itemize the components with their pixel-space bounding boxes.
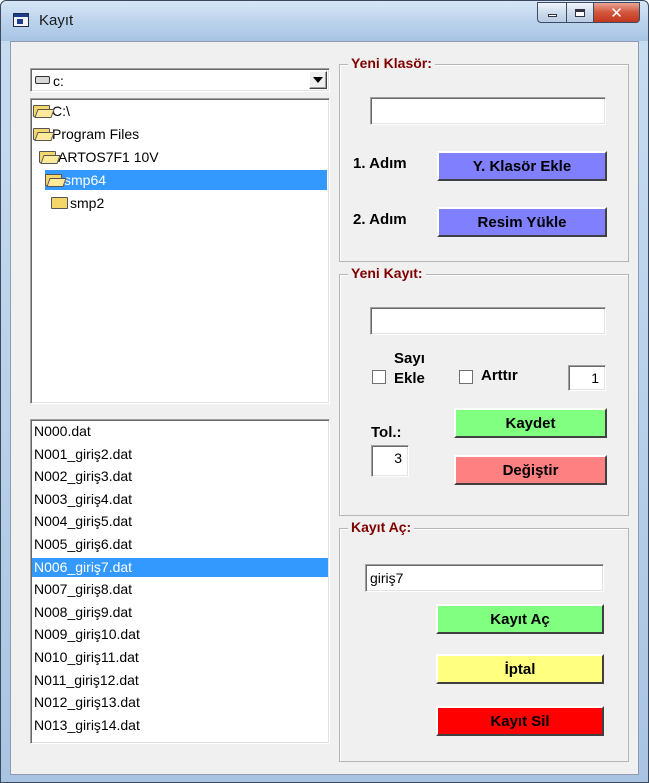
file-list-item[interactable]: N000.dat bbox=[32, 422, 328, 441]
step2-label: 2. Adım bbox=[353, 211, 407, 228]
change-button[interactable]: Değiştir bbox=[454, 455, 607, 485]
client-area: c: C:\ Program Files ARTOS7F1 10V smp64 smp2… bbox=[10, 41, 639, 775]
directory-item-label: Program Files bbox=[52, 126, 140, 142]
open-record-name-input[interactable]: giriş7 bbox=[365, 564, 604, 592]
delete-record-button[interactable]: Kayıt Sil bbox=[436, 706, 604, 736]
file-list-item[interactable]: N004_giriş5.dat bbox=[32, 512, 328, 531]
file-list-item[interactable]: N008_giriş9.dat bbox=[32, 603, 328, 622]
window-title: Kayıt bbox=[39, 12, 74, 29]
new-folder-name-input[interactable] bbox=[370, 97, 606, 125]
maximize-button[interactable] bbox=[566, 2, 593, 23]
directory-item[interactable]: smp2 bbox=[51, 193, 104, 213]
drive-select[interactable]: c: bbox=[30, 68, 330, 92]
new-record-group-title: Yeni Kayıt: bbox=[348, 265, 426, 281]
close-icon: ✕ bbox=[610, 4, 623, 22]
minimize-button[interactable] bbox=[537, 2, 566, 23]
increment-checkbox[interactable] bbox=[459, 370, 473, 384]
tolerance-input[interactable]: 3 bbox=[371, 445, 409, 477]
title-bar[interactable]: Kayıt ✕ bbox=[1, 1, 648, 41]
directory-list[interactable]: C:\ Program Files ARTOS7F1 10V smp64 smp2 bbox=[30, 98, 330, 404]
file-list-item[interactable]: N009_giriş10.dat bbox=[32, 625, 328, 644]
folder-icon bbox=[39, 151, 56, 163]
cancel-button[interactable]: İptal bbox=[436, 654, 604, 684]
maximize-icon bbox=[575, 8, 585, 17]
app-window: Kayıt ✕ c: C:\ Program Files ARTOS7F1 10V s… bbox=[0, 0, 649, 783]
file-list-item[interactable]: N006_giriş7.dat bbox=[32, 557, 328, 577]
folder-icon bbox=[33, 105, 50, 117]
directory-item-label: smp2 bbox=[70, 195, 105, 211]
file-list-item[interactable]: N010_giriş11.dat bbox=[32, 648, 328, 667]
open-record-group: Kayıt Aç: giriş7 Kayıt Aç İptal Kayıt Si… bbox=[339, 519, 629, 762]
new-record-name-input[interactable] bbox=[370, 307, 606, 335]
file-list[interactable]: N000.dat N001_giriş2.dat N002_giriş3.dat N0… bbox=[30, 419, 330, 744]
open-record-button[interactable]: Kayıt Aç bbox=[436, 604, 604, 634]
folder-icon bbox=[51, 197, 68, 209]
file-list-item[interactable]: N012_giriş13.dat bbox=[32, 693, 328, 712]
directory-item[interactable]: Program Files bbox=[33, 124, 139, 144]
step1-label: 1. Adım bbox=[353, 155, 407, 172]
save-button[interactable]: Kaydet bbox=[454, 408, 607, 438]
file-list-item[interactable]: N003_giriş4.dat bbox=[32, 490, 328, 509]
folder-icon bbox=[33, 128, 50, 140]
add-number-label-line1: Sayı bbox=[394, 350, 425, 367]
drive-icon bbox=[35, 76, 50, 84]
chevron-down-icon bbox=[313, 77, 323, 83]
file-list-item[interactable]: N002_giriş3.dat bbox=[32, 467, 328, 486]
directory-item[interactable]: smp64 bbox=[45, 170, 327, 190]
caption-buttons: ✕ bbox=[537, 2, 640, 24]
add-number-checkbox[interactable] bbox=[372, 370, 386, 384]
open-record-group-title: Kayıt Aç: bbox=[348, 519, 415, 535]
folder-icon bbox=[45, 174, 62, 186]
file-list-item[interactable]: N001_giriş2.dat bbox=[32, 445, 328, 464]
new-folder-group: Yeni Klasör: 1. Adım Y. Klasör Ekle 2. A… bbox=[339, 55, 629, 262]
close-button[interactable]: ✕ bbox=[593, 2, 640, 23]
new-folder-group-title: Yeni Klasör: bbox=[348, 55, 435, 71]
add-folder-button[interactable]: Y. Klasör Ekle bbox=[437, 151, 607, 181]
increment-value-input[interactable]: 1 bbox=[568, 365, 606, 391]
drive-dropdown-button[interactable] bbox=[309, 71, 327, 89]
tolerance-label: Tol.: bbox=[371, 424, 402, 441]
add-number-label: Sayı Ekle bbox=[394, 349, 425, 389]
directory-item[interactable]: ARTOS7F1 10V bbox=[39, 147, 159, 167]
app-icon[interactable] bbox=[13, 13, 29, 27]
file-list-item[interactable]: N007_giriş8.dat bbox=[32, 580, 328, 599]
minimize-icon bbox=[547, 14, 557, 17]
directory-item[interactable]: C:\ bbox=[33, 101, 70, 121]
upload-image-button[interactable]: Resim Yükle bbox=[437, 207, 607, 237]
directory-item-label: smp64 bbox=[64, 172, 107, 188]
file-list-item[interactable]: N005_giriş6.dat bbox=[32, 535, 328, 554]
drive-select-value: c: bbox=[53, 73, 64, 89]
increment-label: Arttır bbox=[481, 367, 518, 384]
file-list-item[interactable]: N013_giriş14.dat bbox=[32, 716, 328, 735]
directory-item-label: C:\ bbox=[52, 103, 70, 119]
add-number-label-line2: Ekle bbox=[394, 370, 425, 387]
new-record-group: Yeni Kayıt: Sayı Ekle Arttır 1 Tol.: 3 K… bbox=[339, 265, 629, 516]
directory-item-label: ARTOS7F1 10V bbox=[58, 149, 159, 165]
file-list-item[interactable]: N011_giriş12.dat bbox=[32, 671, 328, 690]
